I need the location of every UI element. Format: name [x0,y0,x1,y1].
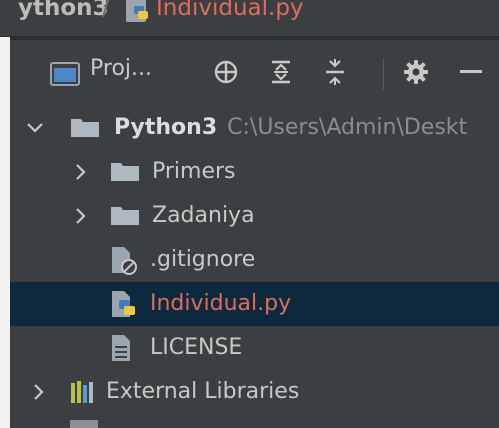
breadcrumb-separator: / [102,0,110,21]
tree-item-gitignore[interactable]: .gitignore [10,238,499,282]
project-label[interactable]: Proj... [90,56,152,81]
breadcrumb-file[interactable]: Individual.py [156,0,304,26]
project-tree: Python3 C:\Users\Admin\Deskt Primers Zad… [10,106,499,428]
project-view-icon[interactable] [50,62,80,90]
folder-icon [110,159,139,185]
left-edge [0,0,10,428]
tree-item-label: External Libraries [106,379,300,404]
toolbar-divider [383,58,384,90]
breadcrumb-project[interactable]: ython3 [18,0,109,26]
tree-item-license[interactable]: LICENSE [10,326,499,370]
tree-item-primers[interactable]: Primers [10,150,499,194]
chevron-down-icon[interactable] [26,117,43,139]
collapse-all-icon[interactable] [320,54,350,90]
navigation-bar: ython3 / Individual.py [0,0,499,37]
text-file-icon [110,335,138,361]
minimize-icon[interactable] [456,54,486,90]
tree-item-external-libraries[interactable]: External Libraries [10,370,499,414]
tree-item-partial [10,414,499,428]
ignored-file-icon [110,247,138,275]
tree-item-label: Individual.py [150,291,292,316]
gear-icon[interactable] [398,54,434,90]
tree-root-python3[interactable]: Python3 C:\Users\Admin\Deskt [10,106,499,150]
scratches-icon [70,420,98,428]
ide-window: ython3 / Individual.py Proj... Python3 C… [0,0,499,428]
tree-item-label: .gitignore [150,247,256,272]
tree-item-label: LICENSE [150,335,243,360]
tree-item-zadaniya[interactable]: Zadaniya [10,194,499,238]
tree-item-individual-py[interactable]: Individual.py [10,282,499,326]
folder-icon [110,203,139,229]
root-path: C:\Users\Admin\Deskt [227,115,468,140]
chevron-right-icon[interactable] [30,381,46,403]
root-name: Python3 [114,115,218,140]
project-tool-window-header: Proj... [10,40,499,106]
python-file-icon [124,0,152,28]
python-file-icon [110,291,138,317]
chevron-right-icon[interactable] [72,161,88,183]
locate-icon[interactable] [208,54,244,90]
chevron-right-icon[interactable] [72,205,88,227]
tree-item-label: Zadaniya [152,203,255,228]
expand-all-icon[interactable] [266,54,296,90]
tree-item-label: Primers [152,159,236,184]
library-icon [70,379,98,405]
folder-icon [70,115,99,141]
